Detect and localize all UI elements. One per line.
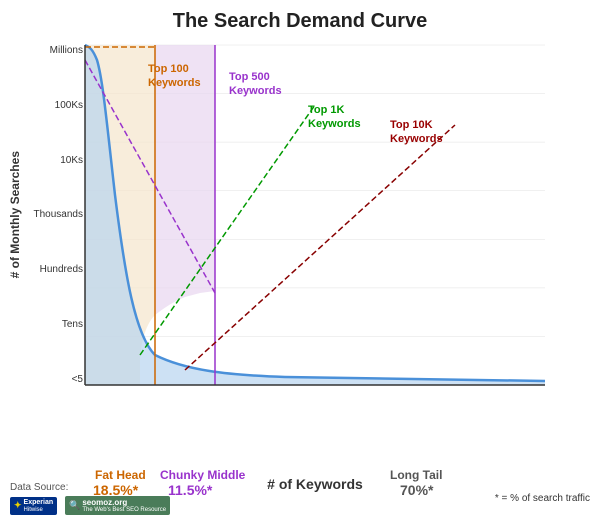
- y-tick-millions: Millions: [25, 45, 83, 56]
- seomoz-text: seomoz.org: [82, 498, 166, 507]
- annotation-top1k: Top 1KKeywords: [308, 103, 361, 132]
- experian-logo: ✦ ExperianHitwise: [10, 497, 57, 515]
- annotation-top10k: Top 10KKeywords: [390, 118, 443, 147]
- segment-chunky-label: Chunky Middle: [160, 468, 245, 482]
- y-tick-labels: Millions 100Ks 10Ks Thousands Hundreds T…: [25, 45, 83, 385]
- main-chart: [85, 45, 545, 385]
- logos: ✦ ExperianHitwise 🔍 seomoz.org The Web's…: [10, 496, 170, 515]
- y-tick-100ks: 100Ks: [25, 100, 83, 111]
- footnote: * = % of search traffic: [495, 493, 590, 504]
- data-source-label: Data Source:: [10, 482, 170, 493]
- annotation-top500: Top 500Keywords: [229, 70, 282, 99]
- chart-container: The Search Demand Curve # of Monthly Sea…: [0, 0, 600, 520]
- chart-title: The Search Demand Curve: [0, 0, 600, 38]
- seomoz-logo: 🔍 seomoz.org The Web's Best SEO Resource: [65, 496, 170, 515]
- y-tick-hundreds: Hundreds: [25, 264, 83, 275]
- data-source-section: Data Source: ✦ ExperianHitwise 🔍 seomoz.…: [10, 482, 170, 515]
- y-tick-thousands: Thousands: [25, 209, 83, 220]
- y-tick-tens: Tens: [25, 319, 83, 330]
- y-axis-label: # of Monthly Searches: [5, 45, 25, 385]
- segment-fat-head-label: Fat Head: [95, 468, 146, 482]
- footer-section: Data Source: ✦ ExperianHitwise 🔍 seomoz.…: [10, 482, 590, 515]
- experian-text: ExperianHitwise: [24, 499, 54, 513]
- y-tick-10ks: 10Ks: [25, 155, 83, 166]
- annotation-top100: Top 100Keywords: [148, 62, 201, 91]
- y-tick-lt5: <5: [25, 374, 83, 385]
- segment-longtail-label: Long Tail: [390, 468, 442, 482]
